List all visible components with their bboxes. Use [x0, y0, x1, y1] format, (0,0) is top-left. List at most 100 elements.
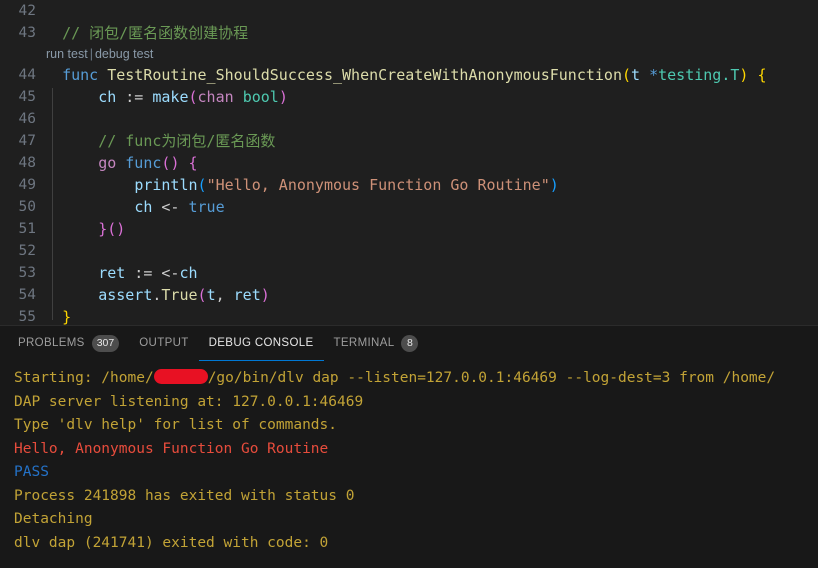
code-token: [44, 66, 62, 84]
code-token: [44, 88, 98, 106]
code-token: TestRoutine_ShouldSuccess_WhenCreateWith…: [107, 66, 622, 84]
panel-tab-problems[interactable]: PROBLEMS307: [8, 326, 129, 361]
code-line: 55 }: [0, 306, 818, 325]
line-number: 48: [0, 152, 44, 174]
code-token: True: [161, 286, 197, 304]
code-line: 50 ch <- true: [0, 196, 818, 218]
panel-tab-label: TERMINAL: [334, 337, 395, 349]
code-token: [44, 154, 98, 172]
line-number: 55: [0, 306, 44, 325]
line-number: 53: [0, 262, 44, 284]
code-text[interactable]: // func为闭包/匿名函数: [44, 130, 818, 152]
code-token: {: [757, 66, 766, 84]
code-token: :=: [125, 264, 161, 282]
code-token: [44, 132, 98, 150]
code-token: ch: [134, 198, 152, 216]
code-token: [234, 88, 243, 106]
code-token: ch: [179, 264, 197, 282]
code-text[interactable]: go func() {: [44, 152, 818, 174]
line-number: 42: [0, 0, 44, 22]
code-line: 44 func TestRoutine_ShouldSuccess_WhenCr…: [0, 64, 818, 86]
code-text[interactable]: }: [44, 306, 818, 325]
code-text[interactable]: // 闭包/匿名函数创建协程: [44, 22, 818, 44]
code-token: [98, 66, 107, 84]
code-text[interactable]: ch <- true: [44, 196, 818, 218]
console-line: Starting: /home//go/bin/dlv dap --listen…: [14, 367, 818, 391]
code-text[interactable]: ret := <-ch: [44, 262, 818, 284]
code-token: ): [261, 286, 270, 304]
debug-test-link[interactable]: debug test: [95, 47, 153, 61]
line-number: 46: [0, 108, 44, 130]
code-token: ): [550, 176, 559, 194]
code-token: ret: [234, 286, 261, 304]
line-number: 52: [0, 240, 44, 262]
code-token: {: [189, 154, 198, 172]
code-token: chan: [198, 88, 234, 106]
code-token: *: [649, 66, 658, 84]
panel-tab-label: DEBUG CONSOLE: [209, 337, 314, 349]
code-text[interactable]: ch := make(chan bool): [44, 86, 818, 108]
console-line: Process 241898 has exited with status 0: [14, 485, 818, 509]
bottom-panel: PROBLEMS307OUTPUTDEBUG CONSOLETERMINAL8 …: [0, 325, 818, 568]
console-line: Hello, Anonymous Function Go Routine: [14, 438, 818, 462]
panel-tab-badge: 307: [92, 335, 120, 352]
code-token: (: [198, 286, 207, 304]
code-text[interactable]: func TestRoutine_ShouldSuccess_WhenCreat…: [44, 64, 818, 86]
run-test-link[interactable]: run test: [46, 47, 88, 61]
console-text: Starting: /home/: [14, 370, 154, 386]
code-line: 49 println("Hello, Anonymous Function Go…: [0, 174, 818, 196]
code-token: [44, 198, 134, 216]
code-token: [640, 66, 649, 84]
code-token: [44, 264, 98, 282]
code-line: 42: [0, 0, 818, 22]
code-token: "Hello, Anonymous Function Go Routine": [207, 176, 550, 194]
panel-tab-bar: PROBLEMS307OUTPUT DEBUG CONSOLE TERMINAL8: [0, 326, 818, 361]
code-token: ret: [98, 264, 125, 282]
code-token: ,: [216, 286, 234, 304]
panel-tab-terminal[interactable]: TERMINAL8: [324, 326, 429, 361]
line-number: 45: [0, 86, 44, 108]
debug-console-output[interactable]: Starting: /home//go/bin/dlv dap --listen…: [0, 361, 818, 568]
code-editor[interactable]: 4243 // 闭包/匿名函数创建协程run test|debug test44…: [0, 0, 818, 325]
code-token: [116, 154, 125, 172]
code-line: 46: [0, 108, 818, 130]
console-line: Detaching: [14, 508, 818, 532]
code-token: <-: [152, 198, 188, 216]
line-number: 51: [0, 218, 44, 240]
code-token: (: [198, 176, 207, 194]
redaction-block: [154, 369, 208, 384]
code-token: ch: [98, 88, 116, 106]
code-token: // func为闭包/匿名函数: [98, 132, 275, 150]
console-line: Type 'dlv help' for list of commands.: [14, 414, 818, 438]
code-token: ): [116, 220, 125, 238]
code-text[interactable]: }(): [44, 218, 818, 240]
code-token: bool: [243, 88, 279, 106]
code-token: (: [189, 88, 198, 106]
code-text[interactable]: assert.True(t, ret): [44, 284, 818, 306]
code-token: (: [107, 220, 116, 238]
code-token: [44, 308, 62, 325]
code-line: 43 // 闭包/匿名函数创建协程: [0, 22, 818, 44]
code-token: make: [152, 88, 188, 106]
code-token: :=: [116, 88, 152, 106]
code-token: (: [622, 66, 631, 84]
line-number: 49: [0, 174, 44, 196]
code-line-container: 4243 // 闭包/匿名函数创建协程run test|debug test44…: [0, 0, 818, 325]
panel-tab-output[interactable]: OUTPUT: [129, 326, 198, 361]
code-token: go: [98, 154, 116, 172]
code-token: [44, 176, 134, 194]
console-line: PASS: [14, 461, 818, 485]
code-token: assert: [98, 286, 152, 304]
code-token: t: [631, 66, 640, 84]
code-text[interactable]: println("Hello, Anonymous Function Go Ro…: [44, 174, 818, 196]
console-line: DAP server listening at: 127.0.0.1:46469: [14, 391, 818, 415]
code-token: [44, 286, 98, 304]
code-token: true: [189, 198, 225, 216]
console-line: dlv dap (241741) exited with code: 0: [14, 532, 818, 556]
code-token: }: [98, 220, 107, 238]
codelens-row: run test|debug test: [0, 44, 818, 64]
code-line: 51 }(): [0, 218, 818, 240]
line-number: 50: [0, 196, 44, 218]
code-line: 45 ch := make(chan bool): [0, 86, 818, 108]
panel-tab-debug-console[interactable]: DEBUG CONSOLE: [199, 326, 324, 361]
